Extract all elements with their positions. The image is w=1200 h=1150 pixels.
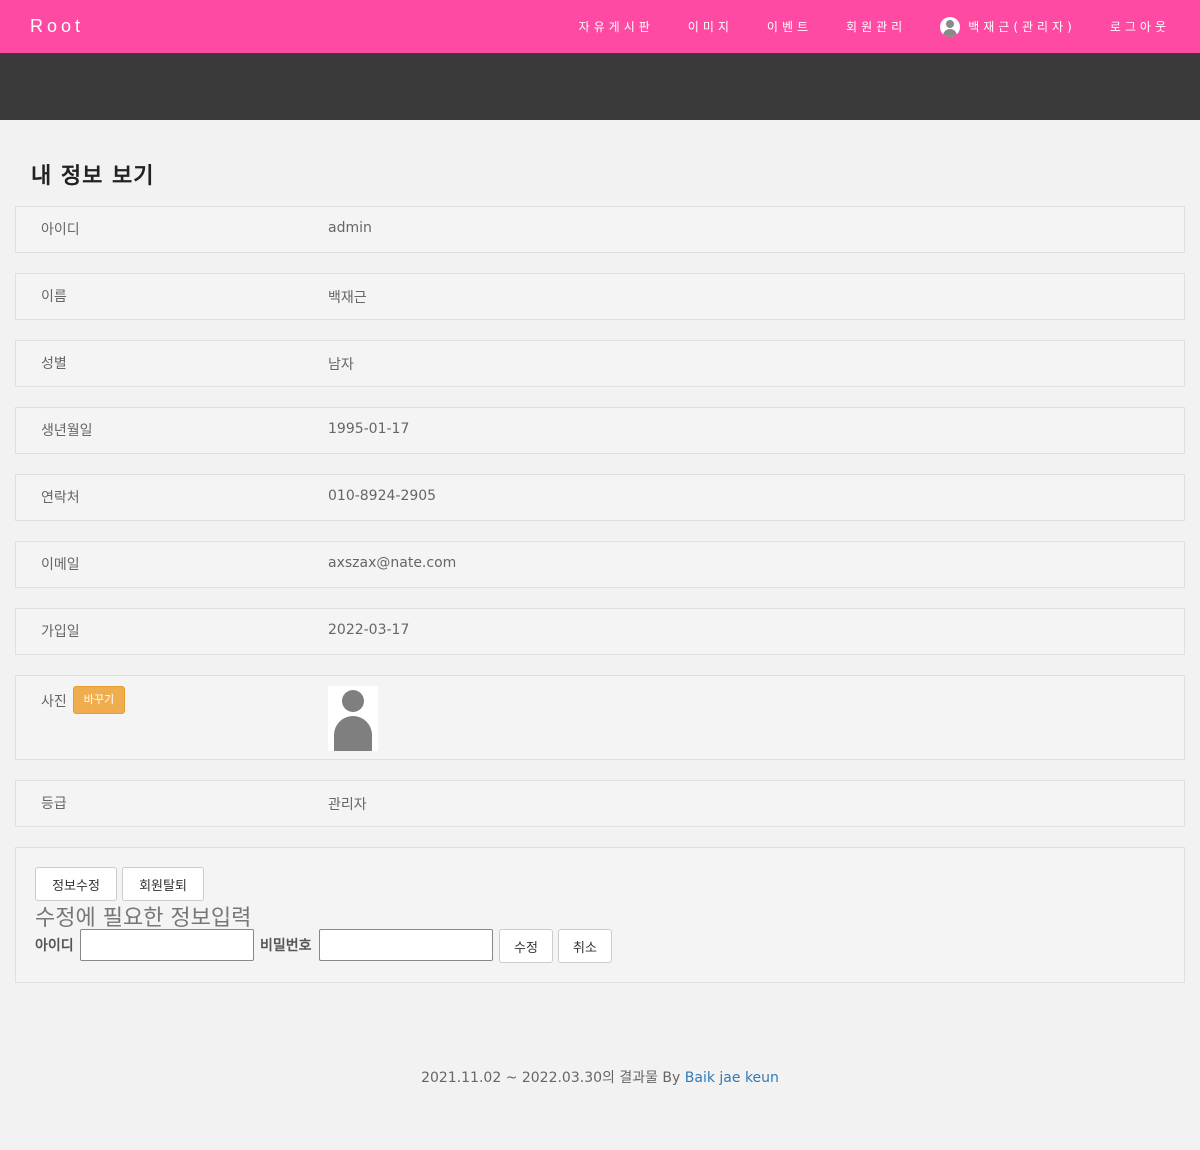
info-row-email: 이메일 axszax@nate.com [15,541,1185,588]
cancel-edit-button[interactable]: 취소 [558,929,612,963]
edit-password-label: 비밀번호 [260,938,312,954]
info-label-phone: 연락처 [41,490,80,506]
info-row-photo: 사진 바꾸기 [15,675,1185,760]
change-photo-button[interactable]: 바꾸기 [72,686,126,714]
info-label-joined: 가입일 [41,624,80,640]
edit-actions-panel: 정보수정 회원탈퇴 수정에 필요한 정보입력 아이디 비밀번호 수정 취소 [15,847,1185,983]
nav-item-images[interactable]: 이미지 [688,18,733,35]
info-row-birth: 생년월일 1995-01-17 [15,407,1185,454]
edit-password-input[interactable] [319,929,493,961]
info-row-grade: 등급 관리자 [15,780,1185,827]
top-navbar: Root 자유게시판 이미지 이벤트 회원관리 백재근(관리자) 로그아웃 [0,0,1200,53]
info-label-photo: 사진 [41,694,67,710]
info-row-id: 아이디 admin [15,206,1185,253]
brand-logo[interactable]: Root [30,16,84,37]
withdraw-button[interactable]: 회원탈퇴 [122,867,204,901]
info-row-joined: 가입일 2022-03-17 [15,608,1185,655]
nav-item-member-management[interactable]: 회원관리 [846,18,906,35]
footer: 2021.11.02 ~ 2022.03.30의 결과물 By Baik jae… [0,1067,1200,1087]
edit-info-button[interactable]: 정보수정 [35,867,117,901]
info-label-email: 이메일 [41,557,80,573]
info-value-email: axszax@nate.com [328,555,457,571]
nav-item-user-profile[interactable]: 백재근(관리자) [940,16,1076,37]
info-label-grade: 등급 [41,796,67,812]
info-value-birth: 1995-01-17 [328,421,410,437]
edit-form-heading: 수정에 필요한 정보입력 [35,906,252,931]
info-label-id: 아이디 [41,222,80,238]
info-row-gender: 성별 남자 [15,340,1185,387]
nav-item-logout[interactable]: 로그아웃 [1110,18,1170,35]
edit-id-input[interactable] [80,929,254,961]
info-value-joined: 2022-03-17 [328,622,410,638]
info-value-name: 백재근 [328,290,367,306]
default-profile-icon [328,686,378,751]
nav-item-free-board[interactable]: 자유게시판 [579,18,654,35]
edit-id-label: 아이디 [35,938,74,954]
footer-text: 2021.11.02 ~ 2022.03.30의 결과물 By [421,1070,685,1086]
info-row-name: 이름 백재근 [15,273,1185,320]
info-label-gender: 성별 [41,356,67,372]
submit-edit-button[interactable]: 수정 [499,929,553,963]
nav-item-events[interactable]: 이벤트 [767,18,812,35]
user-name-label: 백재근(관리자) [968,20,1076,34]
user-avatar-icon [940,16,961,37]
info-row-phone: 연락처 010-8924-2905 [15,474,1185,521]
nav-menu: 자유게시판 이미지 이벤트 회원관리 백재근(관리자) 로그아웃 [579,16,1170,37]
info-value-phone: 010-8924-2905 [328,488,437,504]
info-label-birth: 생년월일 [41,423,93,439]
info-label-photo-group: 사진 바꾸기 [41,686,126,714]
info-value-grade: 관리자 [328,797,367,813]
header-band [0,53,1200,120]
info-value-gender: 남자 [328,357,354,373]
info-label-name: 이름 [41,289,67,305]
page-title: 내 정보 보기 [31,164,155,189]
footer-author-link[interactable]: Baik jae keun [685,1070,779,1086]
info-value-id: admin [328,220,372,236]
